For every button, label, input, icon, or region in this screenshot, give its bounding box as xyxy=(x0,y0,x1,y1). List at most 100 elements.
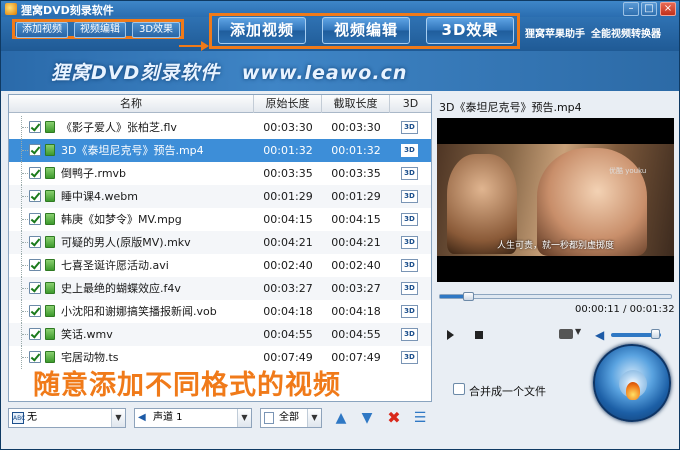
small-add-video-button[interactable]: 添加视频 xyxy=(16,22,68,38)
row-checkbox[interactable] xyxy=(29,144,41,156)
move-up-icon[interactable]: ▲ xyxy=(332,409,350,427)
seek-thumb[interactable] xyxy=(463,292,474,301)
video-file-icon xyxy=(45,259,55,271)
list-settings-icon[interactable]: ☰ xyxy=(411,409,429,427)
tree-line xyxy=(21,300,29,323)
video-file-icon xyxy=(45,328,55,340)
video-player[interactable]: 优酷 youku 人生可贵，就一秒都别虚掷度 xyxy=(437,118,674,282)
close-button[interactable]: × xyxy=(660,2,676,16)
preview-panel: 3D《泰坦尼克号》预告.mp4 优酷 youku 人生可贵，就一秒都别虚掷度 0… xyxy=(435,94,676,432)
row-checkbox[interactable] xyxy=(29,305,41,317)
row-checkbox[interactable] xyxy=(29,190,41,202)
3d-icon[interactable]: 3D xyxy=(401,259,418,272)
file-row[interactable]: 3D《泰坦尼克号》预告.mp4 00:01:32 00:01:32 3D xyxy=(9,139,431,162)
original-length: 00:01:32 xyxy=(263,144,313,157)
add-video-button[interactable]: 添加视频 xyxy=(218,17,306,44)
column-name[interactable]: 名称 xyxy=(9,95,254,113)
column-original-length[interactable]: 原始长度 xyxy=(254,95,322,113)
move-down-icon[interactable]: ▼ xyxy=(358,409,376,427)
video-file-icon xyxy=(45,144,55,156)
row-checkbox[interactable] xyxy=(29,213,41,225)
tree-line xyxy=(21,185,29,208)
file-row[interactable]: 韩庚《如梦令》MV.mpg 00:04:15 00:04:15 3D xyxy=(9,208,431,231)
play-icon[interactable] xyxy=(447,330,454,340)
burn-button[interactable] xyxy=(593,344,671,422)
column-3d[interactable]: 3D xyxy=(390,95,431,113)
seek-bar[interactable] xyxy=(439,292,672,301)
original-length: 00:03:30 xyxy=(263,121,313,134)
original-length: 00:03:27 xyxy=(263,282,313,295)
cut-length: 00:03:35 xyxy=(331,167,381,180)
file-row[interactable]: 可疑的男人(原版MV).mkv 00:04:21 00:04:21 3D xyxy=(9,231,431,254)
time-display: 00:00:11 / 00:01:32 xyxy=(575,304,675,315)
audio-track-value: 声道 1 xyxy=(153,412,183,423)
3d-icon[interactable]: 3D xyxy=(401,351,418,364)
chevron-down-icon: ▼ xyxy=(237,409,251,427)
3d-effect-button[interactable]: 3D效果 xyxy=(426,17,514,44)
file-row[interactable]: 小沈阳和谢娜搞笑播报新闻.vob 00:04:18 00:04:18 3D xyxy=(9,300,431,323)
row-checkbox[interactable] xyxy=(29,351,41,363)
row-checkbox[interactable] xyxy=(29,167,41,179)
3d-icon[interactable]: 3D xyxy=(401,305,418,318)
file-row[interactable]: 史上最绝的蝴蝶效应.f4v 00:03:27 00:03:27 3D xyxy=(9,277,431,300)
3d-icon[interactable]: 3D xyxy=(401,282,418,295)
subtitle-icon: ABC xyxy=(12,412,25,424)
cut-length: 00:04:21 xyxy=(331,236,381,249)
app-logo-icon xyxy=(5,3,17,15)
merge-checkbox[interactable] xyxy=(453,383,465,395)
row-checkbox[interactable] xyxy=(29,282,41,294)
file-list[interactable]: 名称 原始长度 截取长度 3D 《影子爱人》张柏芝.flv 00:03:30 00:… xyxy=(8,94,432,402)
row-checkbox[interactable] xyxy=(29,236,41,248)
file-row[interactable]: 倒鸭子.rmvb 00:03:35 00:03:35 3D xyxy=(9,162,431,185)
3d-icon[interactable]: 3D xyxy=(401,167,418,180)
subtitle-value: 无 xyxy=(27,412,37,423)
row-checkbox[interactable] xyxy=(29,259,41,271)
apple-assistant-link[interactable]: 狸窝苹果助手 xyxy=(525,25,585,40)
audio-track-select[interactable]: ◀ 声道 1 ▼ xyxy=(134,408,252,428)
arrow-head xyxy=(201,41,209,51)
file-row[interactable]: 笑话.wmv 00:04:55 00:04:55 3D xyxy=(9,323,431,346)
file-name: 睡中课4.webm xyxy=(61,190,138,203)
menu-row: 添加视频 视频编辑 3D效果 添加视频 视频编辑 3D效果 狸窝苹果助手 全能视… xyxy=(1,13,679,51)
window-title: 狸窝DVD刻录软件 xyxy=(21,4,114,17)
volume-thumb[interactable] xyxy=(651,329,660,339)
file-row[interactable]: 睡中课4.webm 00:01:29 00:01:29 3D xyxy=(9,185,431,208)
subtitle-select[interactable]: ABC 无 ▼ xyxy=(8,408,126,428)
3d-icon[interactable]: 3D xyxy=(401,236,418,249)
scope-select[interactable]: 全部 ▼ xyxy=(260,408,322,428)
3d-icon[interactable]: 3D xyxy=(401,190,418,203)
video-file-icon xyxy=(45,351,55,363)
3d-icon[interactable]: 3D xyxy=(401,328,418,341)
video-subtitle: 人生可贵，就一秒都别虚掷度 xyxy=(497,241,615,251)
file-list-header: 名称 原始长度 截取长度 3D xyxy=(9,95,431,113)
3d-icon[interactable]: 3D xyxy=(401,144,418,157)
stop-icon[interactable] xyxy=(475,331,483,339)
delete-icon[interactable]: ✖ xyxy=(385,409,403,427)
3d-icon[interactable]: 3D xyxy=(401,213,418,226)
small-edit-video-button[interactable]: 视频编辑 xyxy=(74,22,126,38)
file-name: 倒鸭子.rmvb xyxy=(61,167,127,180)
original-length: 00:01:29 xyxy=(263,190,313,203)
maximize-button[interactable]: □ xyxy=(641,2,657,16)
3d-icon[interactable]: 3D xyxy=(401,121,418,134)
small-3d-effect-button[interactable]: 3D效果 xyxy=(132,22,180,38)
bottom-bar: ABC 无 ▼ ◀ 声道 1 ▼ 全部 ▼ ▲ ▼ ✖ ☰ xyxy=(8,406,432,430)
file-row[interactable]: 《影子爱人》张柏芝.flv 00:03:30 00:03:30 3D xyxy=(9,116,431,139)
video-converter-link[interactable]: 全能视频转换器 xyxy=(591,25,661,40)
flame-icon xyxy=(626,382,640,400)
camera-icon[interactable] xyxy=(559,329,573,339)
chevron-down-icon[interactable]: ▼ xyxy=(575,327,581,336)
minimize-button[interactable]: – xyxy=(623,2,639,16)
volume-icon[interactable]: ◀ xyxy=(595,328,604,342)
cut-length: 00:03:30 xyxy=(331,121,381,134)
original-length: 00:04:15 xyxy=(263,213,313,226)
file-row[interactable]: 七喜圣诞许愿活动.avi 00:02:40 00:02:40 3D xyxy=(9,254,431,277)
row-checkbox[interactable] xyxy=(29,328,41,340)
tree-line xyxy=(21,116,29,139)
edit-video-button[interactable]: 视频编辑 xyxy=(322,17,410,44)
video-file-icon xyxy=(45,190,55,202)
tree-line xyxy=(21,254,29,277)
row-checkbox[interactable] xyxy=(29,121,41,133)
column-cut-length[interactable]: 截取长度 xyxy=(322,95,390,113)
tree-line xyxy=(21,139,29,162)
